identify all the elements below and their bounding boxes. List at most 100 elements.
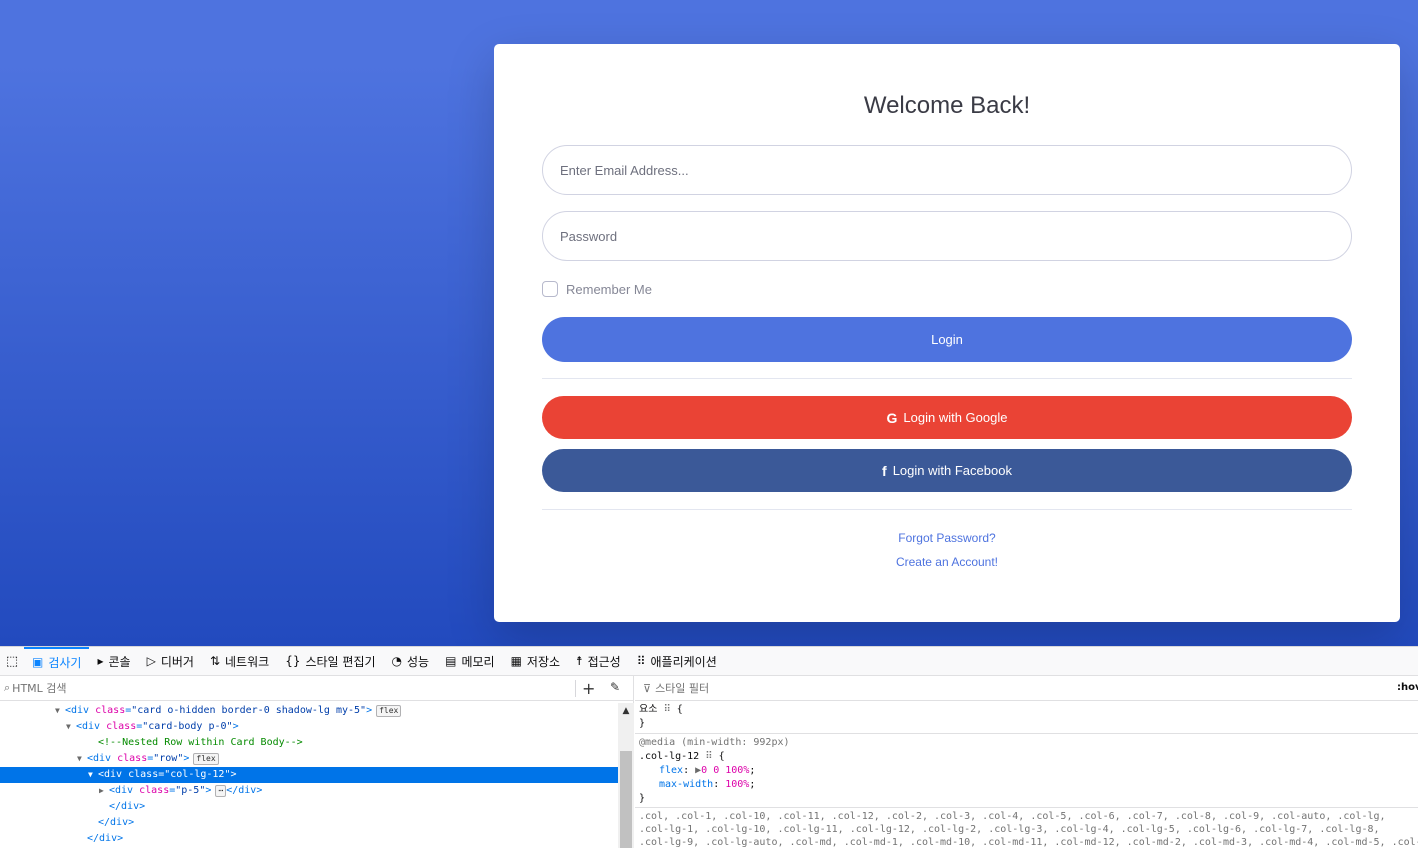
markup-cmt: <!--Nested Row within Card Body--> [98, 737, 303, 748]
search-icon: ⌕ [4, 681, 11, 694]
memory-icon: ▤ [445, 654, 457, 668]
markup-tag: > [183, 753, 190, 764]
page-title: Welcome Back! [863, 92, 1031, 119]
debugger-icon: ▷ [146, 654, 156, 668]
multi-selector-line: .col-lg-1, .col-lg-10, .col-lg-11, .col-… [639, 824, 1380, 835]
prop-name: max-width [659, 779, 714, 790]
prop-value: 0 0 100% [701, 765, 750, 776]
open-brace: { [718, 751, 725, 762]
filter-icon: ⊽ [643, 681, 652, 695]
markup-attr: class [106, 721, 137, 732]
tab-label: 스타일 편집기 [305, 654, 376, 669]
markup-node[interactable]: ▼ <div class="row"> flex [0, 751, 618, 767]
markup-node[interactable]: ▼ <div class="card-body p-0"> [0, 719, 618, 735]
rule-separator [635, 733, 1418, 734]
css-declaration[interactable]: max-width: 100%; [659, 778, 755, 792]
markup-tag: > [230, 769, 237, 780]
inspector-icon: ▣ [32, 655, 44, 669]
email-input[interactable] [542, 145, 1352, 195]
markup-tag: > [232, 721, 239, 732]
devtools-toolbar: ⬚ ▣ 검사기 ▸ 콘솔 ▷ 디버거 ⇅ 네트워크 {} 스타일 편집기 ◔ 성능 ▤ 메모리 ▦ 저장소 ☨ 접… [0, 646, 1418, 676]
tab-performance[interactable]: ◔ 성능 [384, 647, 438, 676]
collapsed-content-badge[interactable]: ⋯ [215, 785, 227, 797]
open-brace: { [676, 704, 683, 715]
performance-icon: ◔ [391, 654, 403, 668]
tab-label: 접근성 [587, 654, 621, 669]
tab-debugger[interactable]: ▷ 디버거 [139, 647, 202, 676]
tab-accessibility[interactable]: ☨ 접근성 [568, 647, 629, 676]
scroll-thumb[interactable] [620, 751, 632, 848]
flex-badge[interactable]: flex [193, 753, 219, 765]
tab-application[interactable]: ⠿ 애플리케이션 [629, 647, 725, 676]
expand-toggle-icon[interactable]: ▶ [99, 783, 109, 799]
markup-tag: </div> [98, 817, 135, 828]
expand-toggle-icon[interactable]: ▼ [66, 719, 76, 735]
tab-label: 검사기 [48, 655, 82, 670]
expand-toggle-icon[interactable]: ▼ [88, 767, 98, 783]
element-rule: 요소 ⠿ { [639, 703, 683, 717]
markup-node[interactable]: </div> [0, 799, 618, 815]
markup-tag: <div [109, 785, 140, 796]
markup-scrollbar[interactable]: ▲ [618, 703, 634, 848]
markup-tag: > [205, 785, 212, 796]
style-filter-input[interactable] [655, 681, 1356, 695]
multi-selector-line: .col, .col-1, .col-10, .col-11, .col-12,… [639, 811, 1386, 822]
markup-val: "card-body p-0" [142, 721, 233, 732]
tab-network[interactable]: ⇅ 네트워크 [202, 647, 277, 676]
expand-toggle-icon[interactable]: ▼ [55, 703, 65, 719]
rule-selector[interactable]: .col-lg-12 ⠿ { [639, 750, 725, 764]
element-selector: 요소 [639, 704, 658, 715]
tab-memory[interactable]: ▤ 메모리 [437, 647, 502, 676]
grid-icon: ⠿ [663, 704, 677, 715]
tab-label: 디버거 [160, 654, 194, 669]
remember-me[interactable]: Remember Me [542, 280, 652, 298]
create-account-link[interactable]: Create an Account! [542, 555, 1352, 569]
media-query: @media (min-width: 992px) [639, 737, 790, 748]
rule-separator [635, 807, 1418, 808]
markup-node[interactable]: </div> [0, 831, 618, 847]
markup-tag: </div> [87, 833, 124, 844]
tab-label: 네트워크 [225, 654, 270, 669]
tab-storage[interactable]: ▦ 저장소 [503, 647, 568, 676]
tab-label: 메모리 [461, 654, 495, 669]
add-node-icon[interactable]: + [582, 679, 595, 698]
element-picker-icon[interactable]: ⬚ [0, 647, 24, 676]
markup-val: "col-lg-12" [164, 769, 231, 780]
prop-value: 100% [725, 779, 750, 790]
scroll-up-icon[interactable]: ▲ [618, 703, 634, 719]
prop-name: flex [659, 765, 684, 776]
divider [542, 509, 1352, 510]
tab-style-editor[interactable]: {} 스타일 편집기 [277, 647, 383, 676]
console-icon: ▸ [97, 654, 104, 668]
eyedropper-icon[interactable]: ✎ [610, 680, 620, 694]
password-input[interactable] [542, 211, 1352, 261]
markup-node[interactable]: <!--Nested Row within Card Body--> [0, 735, 618, 751]
tab-label: 성능 [407, 654, 430, 669]
application-icon: ⠿ [636, 654, 646, 668]
tab-inspector[interactable]: ▣ 검사기 [24, 646, 90, 676]
login-facebook-label: Login with Facebook [892, 463, 1012, 478]
hov-toggle[interactable]: :hov [1397, 682, 1418, 693]
login-button[interactable]: Login [542, 317, 1352, 362]
multi-selector-line: .col-lg-9, .col-lg-auto, .col-md, .col-m… [639, 837, 1418, 848]
html-search-input[interactable] [12, 681, 573, 695]
markup-attr: class [139, 785, 170, 796]
login-facebook-button[interactable]: f Login with Facebook [542, 449, 1352, 492]
login-google-button[interactable]: G Login with Google [542, 396, 1352, 439]
markup-node[interactable]: </div> [0, 815, 618, 831]
separator [575, 680, 576, 697]
markup-node[interactable]: ▼ <div class="card o-hidden border-0 shad… [0, 703, 618, 719]
expand-toggle-icon[interactable]: ▼ [77, 751, 87, 767]
markup-node[interactable]: ▶ <div class="p-5"> ⋯ </div> [0, 783, 618, 799]
devtools-tabs: ▣ 검사기 ▸ 콘솔 ▷ 디버거 ⇅ 네트워크 {} 스타일 편집기 ◔ 성능 ▤ 메모리 ▦ 저장소 ☨ 접근성… [24, 646, 725, 676]
markup-node[interactable]: ▼ <div class="col-lg-12"> [0, 767, 618, 783]
markup-attr: class [95, 705, 126, 716]
tab-console[interactable]: ▸ 콘솔 [89, 647, 138, 676]
remember-checkbox[interactable] [542, 281, 558, 297]
forgot-password-link[interactable]: Forgot Password? [542, 531, 1352, 545]
flex-badge[interactable]: flex [376, 705, 402, 717]
css-declaration[interactable]: flex: ▶0 0 100%; [659, 764, 755, 778]
remember-label[interactable]: Remember Me [566, 282, 652, 297]
tab-label: 콘솔 [108, 654, 131, 669]
style-editor-icon: {} [285, 654, 301, 668]
